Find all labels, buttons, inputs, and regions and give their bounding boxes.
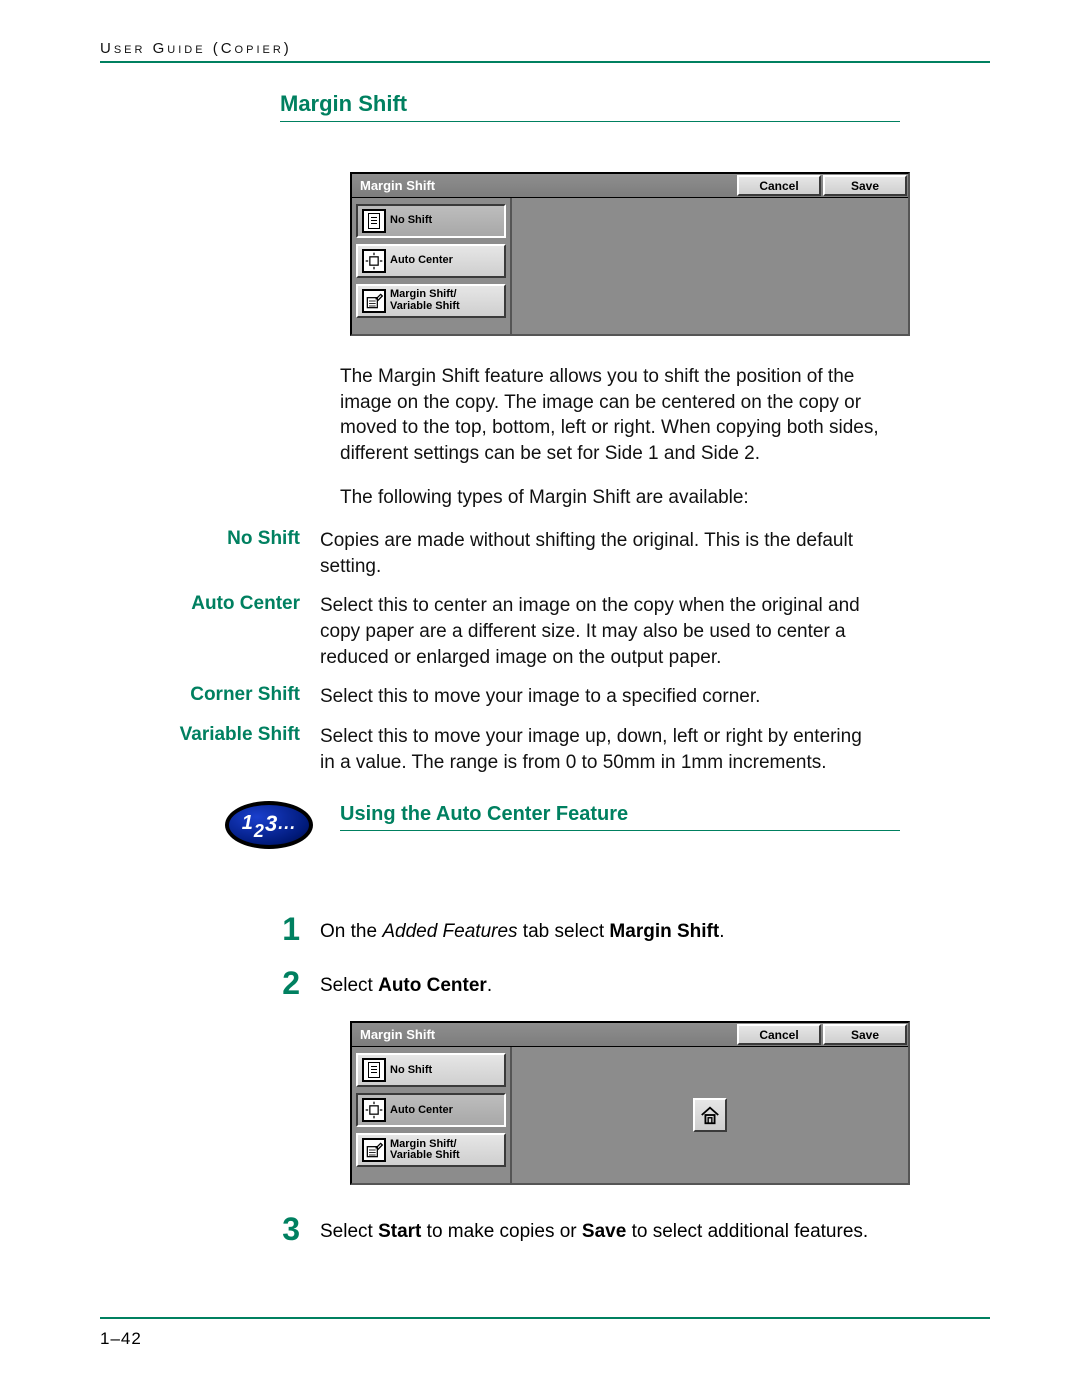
subsection-title: Using the Auto Center Feature: [340, 803, 900, 831]
step-number: 1: [100, 913, 320, 945]
definition-row: Corner Shift Select this to move your im…: [100, 684, 990, 710]
definition-list: No Shift Copies are made without shiftin…: [100, 528, 990, 775]
dialog-options: No Shift Auto Center Margin Shift/ Variabl…: [352, 1047, 512, 1183]
intro-paragraph: The Margin Shift feature allows you to s…: [340, 364, 900, 467]
option-label: No Shift: [390, 1065, 432, 1077]
page-header: User Guide (Copier): [100, 40, 990, 63]
definition-desc: Select this to move your image to a spec…: [320, 684, 880, 710]
dialog-body: No Shift Auto Center Margin Shift/ Variabl…: [352, 1047, 908, 1183]
definition-term: Variable Shift: [100, 724, 320, 775]
step-3: 3 Select Start to make copies or Save to…: [100, 1213, 990, 1245]
option-no[interactable]: No Shift: [356, 204, 506, 238]
save-button[interactable]: Save: [823, 175, 907, 196]
cancel-button[interactable]: Cancel: [737, 175, 821, 196]
option-label: Margin Shift/ Variable Shift: [390, 289, 460, 312]
definition-row: Variable Shift Select this to move your …: [100, 724, 990, 775]
option-margin[interactable]: Margin Shift/ Variable Shift: [356, 284, 506, 318]
definition-term: No Shift: [100, 528, 320, 579]
types-paragraph: The following types of Margin Shift are …: [340, 485, 900, 511]
definition-term: Auto Center: [100, 593, 320, 670]
definition-term: Corner Shift: [100, 684, 320, 710]
step-number: 3: [100, 1213, 320, 1245]
definition-desc: Select this to move your image up, down,…: [320, 724, 880, 775]
step-1: 1 On the Added Features tab select Margi…: [100, 913, 990, 945]
dialog-header: Margin Shift Cancel Save: [352, 174, 908, 198]
option-label: No Shift: [390, 215, 432, 227]
auto-center-icon: [362, 249, 386, 273]
dialog-body: No Shift Auto Center Margin Shift/ Variabl…: [352, 198, 908, 334]
dialog-options: No Shift Auto Center Margin Shift/ Variabl…: [352, 198, 512, 334]
margin-shift-dialog-1: Margin Shift Cancel Save No Shift Auto Ce…: [350, 172, 910, 336]
definition-desc: Copies are made without shifting the ori…: [320, 528, 880, 579]
cancel-button[interactable]: Cancel: [737, 1024, 821, 1045]
section-title: Margin Shift: [280, 91, 900, 122]
option-auto[interactable]: Auto Center: [356, 244, 506, 278]
step-2: 2 Select Auto Center.: [100, 967, 990, 999]
option-no[interactable]: No Shift: [356, 1053, 506, 1087]
option-label: Auto Center: [390, 255, 453, 267]
header-left: User Guide (Copier): [100, 40, 292, 57]
option-label: Margin Shift/ Variable Shift: [390, 1139, 460, 1162]
step-number: 2: [100, 967, 320, 999]
option-auto[interactable]: Auto Center: [356, 1093, 506, 1127]
step-body: Select Auto Center.: [320, 967, 880, 999]
dialog-title: Margin Shift: [352, 174, 736, 197]
definition-row: Auto Center Select this to center an ima…: [100, 593, 990, 670]
dialog-preview: [512, 1047, 908, 1183]
dialog-preview: [512, 198, 908, 334]
page-footer: 1–42: [100, 1317, 990, 1349]
option-margin[interactable]: Margin Shift/ Variable Shift: [356, 1133, 506, 1167]
steps-123-icon: 123...: [225, 801, 313, 849]
dialog-title: Margin Shift: [352, 1023, 736, 1046]
preview-house-icon: [693, 1098, 727, 1132]
document-icon: [362, 209, 386, 233]
margin-shift-icon: [362, 1138, 386, 1162]
auto-center-icon: [362, 1098, 386, 1122]
margin-shift-icon: [362, 289, 386, 313]
margin-shift-dialog-2: Margin Shift Cancel Save No Shift Auto Ce…: [350, 1021, 910, 1185]
definition-row: No Shift Copies are made without shiftin…: [100, 528, 990, 579]
save-button[interactable]: Save: [823, 1024, 907, 1045]
step-body: Select Start to make copies or Save to s…: [320, 1213, 880, 1245]
document-icon: [362, 1058, 386, 1082]
page-number: 1–42: [100, 1329, 142, 1348]
definition-desc: Select this to center an image on the co…: [320, 593, 880, 670]
option-label: Auto Center: [390, 1105, 453, 1117]
dialog-header: Margin Shift Cancel Save: [352, 1023, 908, 1047]
step-body: On the Added Features tab select Margin …: [320, 913, 880, 945]
